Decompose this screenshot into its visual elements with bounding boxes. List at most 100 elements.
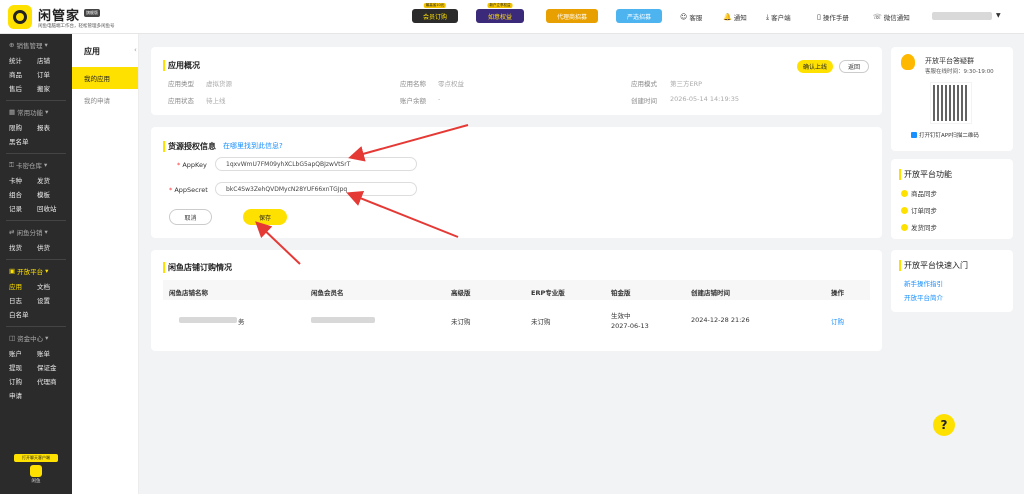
sidebar-item[interactable]: 订购 bbox=[9, 376, 37, 386]
subnav-item-my-apps[interactable]: 我的应用 bbox=[72, 67, 138, 89]
strict-select-button[interactable]: 严选招募 bbox=[616, 9, 662, 23]
field-label: 应用名称 bbox=[400, 80, 426, 88]
sidebar-group-title[interactable]: ▦ 常用功能 ▾ bbox=[0, 107, 72, 120]
sidebar-item[interactable]: 限购 bbox=[9, 122, 37, 132]
sidebar-item[interactable]: 申请 bbox=[9, 390, 37, 400]
qa-group-title: 开放平台答疑群 bbox=[925, 57, 974, 65]
member-order-button[interactable]: 最高省10元 会员订购 bbox=[412, 3, 458, 23]
wallet-icon: ◫ bbox=[9, 334, 16, 342]
blurred-member-name bbox=[311, 317, 375, 323]
sidebar-item[interactable]: 搬家 bbox=[37, 83, 65, 93]
field-value: - bbox=[438, 95, 441, 103]
sync-icon bbox=[901, 206, 908, 214]
subnav-item-my-applications[interactable]: 我的申请 bbox=[72, 89, 138, 111]
column-header: 闲鱼店铺名称 bbox=[169, 289, 208, 297]
share-icon: ⇄ bbox=[9, 228, 15, 236]
scan-tip: 打开钉钉APP扫描二维码 bbox=[911, 131, 979, 139]
sidebar-item[interactable]: 供货 bbox=[37, 242, 65, 252]
help-link[interactable]: 在哪里找到此信息? bbox=[223, 141, 283, 151]
sidebar-item[interactable]: 文档 bbox=[37, 281, 65, 291]
function-item[interactable]: 发货同步 bbox=[901, 222, 937, 232]
app-logo[interactable] bbox=[8, 5, 32, 29]
sidebar-item[interactable]: 发货 bbox=[37, 175, 65, 185]
sub-navigation: 应用 我的应用 我的申请 bbox=[72, 34, 139, 494]
sidebar-item[interactable]: 商品 bbox=[9, 69, 37, 79]
platform-intro-link[interactable]: 开放平台简介 bbox=[904, 292, 943, 302]
sidebar-group-common: ▦ 常用功能 ▾ 限购 报表 黑名单 bbox=[0, 101, 72, 154]
sidebar-item-app[interactable]: 应用 bbox=[9, 281, 37, 291]
auth-title: 货源授权信息 bbox=[163, 141, 216, 152]
column-header: 铂金版 bbox=[611, 289, 631, 297]
agent-recruit-button[interactable]: 代理商招募 bbox=[546, 9, 598, 23]
chat-client-badge: 打开聊天客户端 bbox=[14, 454, 58, 462]
notification-link[interactable]: 🔔 通知 bbox=[723, 12, 747, 22]
advanced-status: 未订购 bbox=[451, 318, 471, 326]
sync-icon bbox=[901, 189, 908, 197]
headset-icon: ☺ bbox=[680, 13, 688, 21]
sidebar-group-title[interactable]: ⇄ 闲鱼分销 ▾ bbox=[0, 227, 72, 240]
shop-created-time: 2024-12-28 21:26 bbox=[691, 316, 750, 324]
sidebar-item[interactable]: 保证金 bbox=[37, 362, 65, 372]
sidebar-item[interactable]: 记录 bbox=[9, 203, 37, 213]
book-icon: ▯ bbox=[817, 13, 821, 21]
customer-service-link[interactable]: ☺ 客服 bbox=[680, 12, 702, 22]
bell-icon: 🔔 bbox=[723, 13, 732, 21]
sidebar-item[interactable]: 卡种 bbox=[9, 175, 37, 185]
qr-code bbox=[930, 82, 972, 124]
sidebar-group-title[interactable]: ◫ 资金中心 ▾ bbox=[0, 333, 72, 346]
chevron-down-icon[interactable]: ▼ bbox=[996, 12, 1001, 19]
chat-client-entry[interactable]: 打开聊天客户端 闲鱼 bbox=[14, 454, 58, 484]
ruyi-benefit-button[interactable]: 新户立享权益 如意权益 bbox=[476, 3, 524, 23]
top-header: 闲管家 旗舰版 闲鱼电脑端工作台，轻松管理多闲鱼号 最高省10元 会员订购 新户立… bbox=[0, 0, 1024, 34]
field-label: 应用模式 bbox=[631, 80, 657, 88]
qa-group-card: 开放平台答疑群 客服在线时间：9:30-19:00 打开钉钉APP扫描二维码 bbox=[891, 47, 1013, 151]
client-download-link[interactable]: ⤓ 客户端 bbox=[766, 12, 791, 23]
field-label: 应用类型 bbox=[168, 80, 194, 88]
sidebar-item[interactable]: 店铺 bbox=[37, 55, 65, 65]
sidebar-item[interactable]: 账户 bbox=[9, 348, 37, 358]
user-account[interactable] bbox=[932, 12, 992, 20]
chat-client-label: 闲鱼 bbox=[31, 479, 41, 484]
help-button[interactable]: ? bbox=[933, 414, 955, 436]
wechat-notify-link[interactable]: ☏ 微信通知 bbox=[873, 12, 910, 22]
field-label: 账户余额 bbox=[400, 97, 426, 105]
sidebar-group-title[interactable]: ⚿ 卡密仓库 ▾ bbox=[0, 160, 72, 173]
sidebar-item[interactable]: 账单 bbox=[37, 348, 65, 358]
sidebar-item[interactable]: 设置 bbox=[37, 295, 65, 305]
function-item[interactable]: 订单同步 bbox=[901, 205, 937, 215]
sidebar-item[interactable]: 黑名单 bbox=[9, 136, 49, 146]
appkey-input[interactable]: 1qxvWmU7FM09yhXCLbG5apQBJzwVtSrT bbox=[215, 157, 417, 171]
brand-name: 闲管家 bbox=[38, 9, 81, 24]
sidebar-item[interactable]: 售后 bbox=[9, 83, 37, 93]
sidebar-item[interactable]: 组合 bbox=[9, 189, 37, 199]
sidebar-item[interactable]: 订单 bbox=[37, 69, 65, 79]
function-item[interactable]: 商品同步 bbox=[901, 188, 937, 198]
chevron-left-icon[interactable]: ‹ bbox=[134, 46, 137, 54]
sidebar-group-title[interactable]: ⊕ 销售管理 ▾ bbox=[0, 40, 72, 53]
shop-name-suffix: 务 bbox=[238, 318, 245, 326]
order-action-link[interactable]: 订购 bbox=[831, 316, 844, 326]
sidebar-group-title[interactable]: ▣ 开放平台 ▾ bbox=[0, 266, 72, 279]
back-button[interactable]: 返回 bbox=[839, 60, 869, 73]
newbie-guide-link[interactable]: 新手操作指引 bbox=[904, 278, 943, 288]
field-label: 创建时间 bbox=[631, 97, 657, 105]
cancel-button[interactable]: 取消 bbox=[169, 209, 212, 225]
column-header: 闲鱼会员名 bbox=[311, 289, 344, 297]
sidebar-item[interactable]: 统计 bbox=[9, 55, 37, 65]
table-header: 闲鱼店铺名称 闲鱼会员名 高级版 ERP专业版 铂金版 创建店铺时间 操作 bbox=[163, 280, 870, 300]
appsecret-input[interactable]: bkC4Sw3ZehQVDMycN28YUF66xnTGJpq bbox=[215, 182, 417, 196]
sidebar-item[interactable]: 模板 bbox=[37, 189, 65, 199]
sidebar-item[interactable]: 代理商 bbox=[37, 376, 65, 386]
sidebar-item[interactable]: 提现 bbox=[9, 362, 37, 372]
sidebar-item[interactable]: 白名单 bbox=[9, 309, 49, 319]
sidebar-item[interactable]: 找货 bbox=[9, 242, 37, 252]
brand-subtitle: 闲鱼电脑端工作台，轻松管理多闲鱼号 bbox=[38, 24, 115, 29]
sidebar-item[interactable]: 报表 bbox=[37, 122, 65, 132]
field-label: 应用状态 bbox=[168, 97, 194, 105]
save-button[interactable]: 保存 bbox=[243, 209, 287, 225]
sidebar-item[interactable]: 日志 bbox=[9, 295, 37, 305]
confirm-online-button[interactable]: 确认上线 bbox=[797, 60, 833, 73]
sidebar-item[interactable]: 回收站 bbox=[37, 203, 65, 213]
manual-link[interactable]: ▯ 操作手册 bbox=[817, 12, 849, 22]
download-icon: ⤓ bbox=[766, 12, 770, 21]
